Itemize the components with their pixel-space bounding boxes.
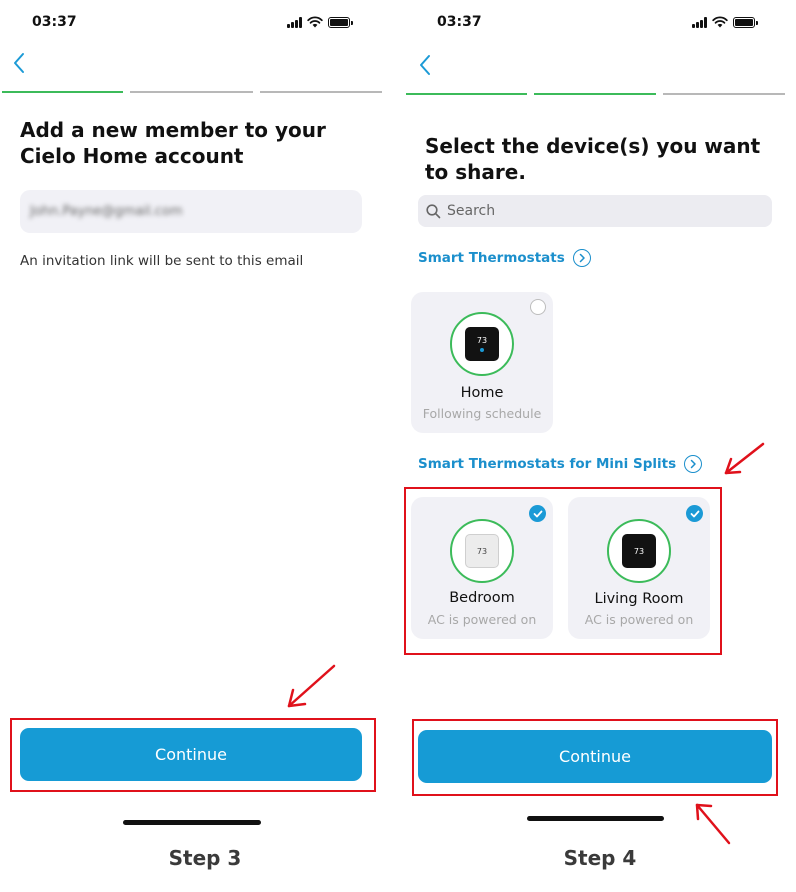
step-label: Step 4 xyxy=(563,846,637,870)
progress-segment-3 xyxy=(663,93,785,95)
chevron-right-circle-icon xyxy=(684,455,703,473)
status-time: 03:37 xyxy=(437,14,482,30)
device-display: 73 xyxy=(476,336,488,345)
wifi-icon xyxy=(712,16,728,28)
status-icons xyxy=(692,16,758,28)
device-status: AC is powered on xyxy=(427,612,537,627)
device-card-home[interactable]: 73 Home Following schedule xyxy=(411,292,553,433)
device-name: Bedroom xyxy=(449,590,515,606)
device-display: 73 xyxy=(633,546,645,556)
device-name: Living Room xyxy=(594,591,684,607)
search-icon xyxy=(426,203,441,218)
continue-button[interactable]: Continue xyxy=(20,728,362,781)
page-title: Add a new member to your Cielo Home acco… xyxy=(20,118,326,168)
search-input[interactable]: Search xyxy=(418,195,772,227)
checkmark-icon[interactable] xyxy=(529,505,546,522)
signal-icon xyxy=(287,16,302,28)
device-card-bedroom[interactable]: 73 Bedroom AC is powered on xyxy=(411,497,553,639)
signal-icon xyxy=(692,16,707,28)
home-indicator xyxy=(527,816,664,821)
email-field[interactable]: John.Payne@gmail.com xyxy=(20,190,362,233)
status-time: 03:37 xyxy=(32,14,77,30)
battery-icon xyxy=(328,16,353,28)
status-icons xyxy=(287,16,353,28)
progress-segment-2 xyxy=(534,93,656,95)
wifi-icon xyxy=(307,16,323,28)
back-button[interactable] xyxy=(418,54,432,80)
progress-segment-1 xyxy=(2,91,123,93)
continue-button[interactable]: Continue xyxy=(418,730,772,783)
chevron-left-icon xyxy=(14,53,24,73)
device-status: Following schedule xyxy=(422,406,542,421)
thermostat-icon: 73 xyxy=(450,519,514,583)
invite-hint: An invitation link will be sent to this … xyxy=(20,253,304,269)
device-display: 73 xyxy=(476,546,488,556)
arrow-annotation-icon xyxy=(287,664,336,708)
home-indicator xyxy=(123,820,261,825)
step-label: Step 3 xyxy=(168,846,242,870)
group-smart-thermostats[interactable]: Smart Thermostats xyxy=(418,249,591,267)
checkmark-icon[interactable] xyxy=(686,505,703,522)
page-title: Select the device(s) you want to share. xyxy=(425,134,761,184)
select-radio[interactable] xyxy=(530,299,546,315)
progress-segment-3 xyxy=(260,91,382,93)
back-button[interactable] xyxy=(12,52,26,78)
device-status: AC is powered on xyxy=(584,612,694,627)
arrow-annotation-icon xyxy=(724,442,765,475)
arrow-annotation-icon xyxy=(695,803,731,845)
group-title: Smart Thermostats for Mini Splits xyxy=(418,456,677,472)
device-card-living-room[interactable]: 73 Living Room AC is powered on xyxy=(568,497,710,639)
email-value: John.Payne@gmail.com xyxy=(30,204,183,219)
group-title: Smart Thermostats xyxy=(418,250,565,266)
progress-segment-1 xyxy=(406,93,527,95)
device-name: Home xyxy=(460,385,504,401)
chevron-left-icon xyxy=(420,55,430,75)
group-smart-thermostats-mini-splits[interactable]: Smart Thermostats for Mini Splits xyxy=(418,455,703,473)
search-placeholder: Search xyxy=(447,203,496,219)
thermostat-icon: 73 xyxy=(607,519,671,583)
battery-icon xyxy=(733,16,758,28)
progress-segment-2 xyxy=(130,91,253,93)
thermostat-icon: 73 xyxy=(450,312,514,376)
chevron-right-circle-icon xyxy=(572,249,591,267)
